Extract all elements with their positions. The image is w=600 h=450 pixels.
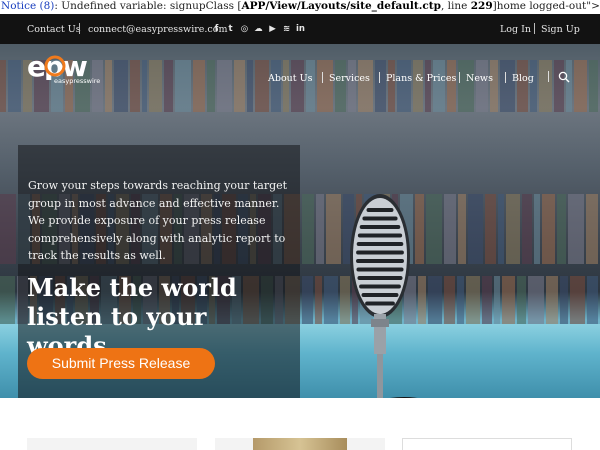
linkedin-icon[interactable]: in xyxy=(296,24,305,34)
nav-plans-prices[interactable]: Plans & Prices xyxy=(386,73,456,84)
microphone-grille-slat xyxy=(357,276,403,280)
book-spine xyxy=(568,194,584,264)
contact-us-link[interactable]: Contact Us xyxy=(27,24,81,35)
book-spine xyxy=(517,276,527,326)
book-spine xyxy=(494,276,501,326)
book-spine xyxy=(482,276,493,326)
soundcloud-icon[interactable]: ☁ xyxy=(254,24,263,34)
microphone-grille-slat xyxy=(365,301,395,306)
main-nav: epw easypresswire About Us Services Plan… xyxy=(0,44,600,92)
microphone-grille-slat xyxy=(356,250,404,255)
content-card-image xyxy=(253,438,347,450)
nav-blog[interactable]: Blog xyxy=(512,73,534,84)
signup-link[interactable]: Sign Up xyxy=(541,24,580,35)
microphone-grille-slat xyxy=(356,242,404,246)
notice-label: Notice xyxy=(1,0,37,12)
hero-card: Grow your steps towards reaching your ta… xyxy=(18,145,300,398)
book-spine xyxy=(560,276,568,326)
book-spine xyxy=(506,194,521,264)
book-spine xyxy=(502,276,516,326)
search-icon[interactable] xyxy=(558,71,570,83)
nav-divider xyxy=(548,71,549,82)
book-spine xyxy=(528,276,545,326)
microphone-grille-slat xyxy=(362,216,398,221)
microphone-grille-slat xyxy=(356,259,404,263)
content-card xyxy=(27,438,197,450)
book-spine xyxy=(484,194,496,264)
content-card xyxy=(215,438,385,450)
nav-divider xyxy=(379,72,380,83)
notice-message-suffix: ]home logged-out"> xyxy=(492,0,600,12)
nav-news[interactable]: News xyxy=(466,73,493,84)
nav-divider xyxy=(459,72,460,83)
microphone-grille-slat xyxy=(359,284,401,289)
book-spine xyxy=(497,194,505,264)
notice-line-number: 229 xyxy=(470,0,493,12)
rss-icon[interactable]: ≋ xyxy=(282,24,291,34)
submit-press-release-button[interactable]: Submit Press Release xyxy=(27,348,215,379)
content-section xyxy=(0,398,600,450)
hero-headline: Make the world listen to your words. xyxy=(27,273,237,360)
notice-message-prefix: : Undefined variable: signupClass [ xyxy=(54,0,242,12)
nav-divider xyxy=(322,72,323,83)
hero-section: epw easypresswire About Us Services Plan… xyxy=(0,44,600,398)
book-spine xyxy=(467,194,483,264)
social-links: f t ◎ ☁ ▶ ≋ in xyxy=(212,24,305,34)
nav-about-us[interactable]: About Us xyxy=(268,73,313,84)
book-spine xyxy=(586,276,598,326)
php-notice: Notice (8): Undefined variable: signupCl… xyxy=(0,0,600,14)
instagram-icon[interactable]: ◎ xyxy=(240,24,249,34)
sidebar-widget xyxy=(402,438,572,450)
twitter-icon[interactable]: t xyxy=(226,24,235,34)
login-link[interactable]: Log In xyxy=(500,24,531,35)
microphone-grille-slat xyxy=(361,293,399,297)
microphone-illustration xyxy=(350,194,418,398)
nav-services[interactable]: Services xyxy=(329,73,370,84)
book-spine xyxy=(585,194,598,264)
notice-line-label: , line xyxy=(441,0,471,12)
topbar-divider xyxy=(79,23,80,34)
book-spine xyxy=(315,194,324,264)
youtube-icon[interactable]: ▶ xyxy=(268,24,277,34)
microphone-grille-slat xyxy=(366,208,394,212)
topbar-divider xyxy=(534,23,535,34)
book-spine xyxy=(0,276,15,326)
book-spine xyxy=(466,276,481,326)
microphone-grille-slat xyxy=(356,267,404,272)
email-link[interactable]: connect@easypresswire.com xyxy=(88,24,227,35)
book-spine xyxy=(534,194,541,264)
top-utility-bar: Contact Us connect@easypresswire.com f t ◎… xyxy=(0,14,600,44)
book-spine xyxy=(570,276,585,326)
facebook-icon[interactable]: f xyxy=(212,24,221,34)
notice-code[interactable]: (8) xyxy=(40,0,55,12)
book-spine xyxy=(522,194,533,264)
logo-subtext: easypresswire xyxy=(54,77,101,85)
book-spine xyxy=(301,194,314,264)
book-spine xyxy=(557,194,567,264)
book-spine xyxy=(301,276,313,326)
book-spine xyxy=(546,276,559,326)
book-spine xyxy=(542,194,556,264)
nav-divider xyxy=(505,72,506,83)
book-spine xyxy=(314,276,322,326)
hero-lead-text: Grow your steps towards reaching your ta… xyxy=(28,179,288,263)
microphone-grille-slat xyxy=(359,225,401,229)
book-spine xyxy=(0,194,16,264)
site-logo[interactable]: epw easypresswire xyxy=(27,50,107,86)
microphone-grille-slat xyxy=(357,233,403,238)
notice-path: APP/View/Layouts/site_default.ctp xyxy=(241,0,441,12)
logo-epw-graphic: epw xyxy=(27,50,89,83)
